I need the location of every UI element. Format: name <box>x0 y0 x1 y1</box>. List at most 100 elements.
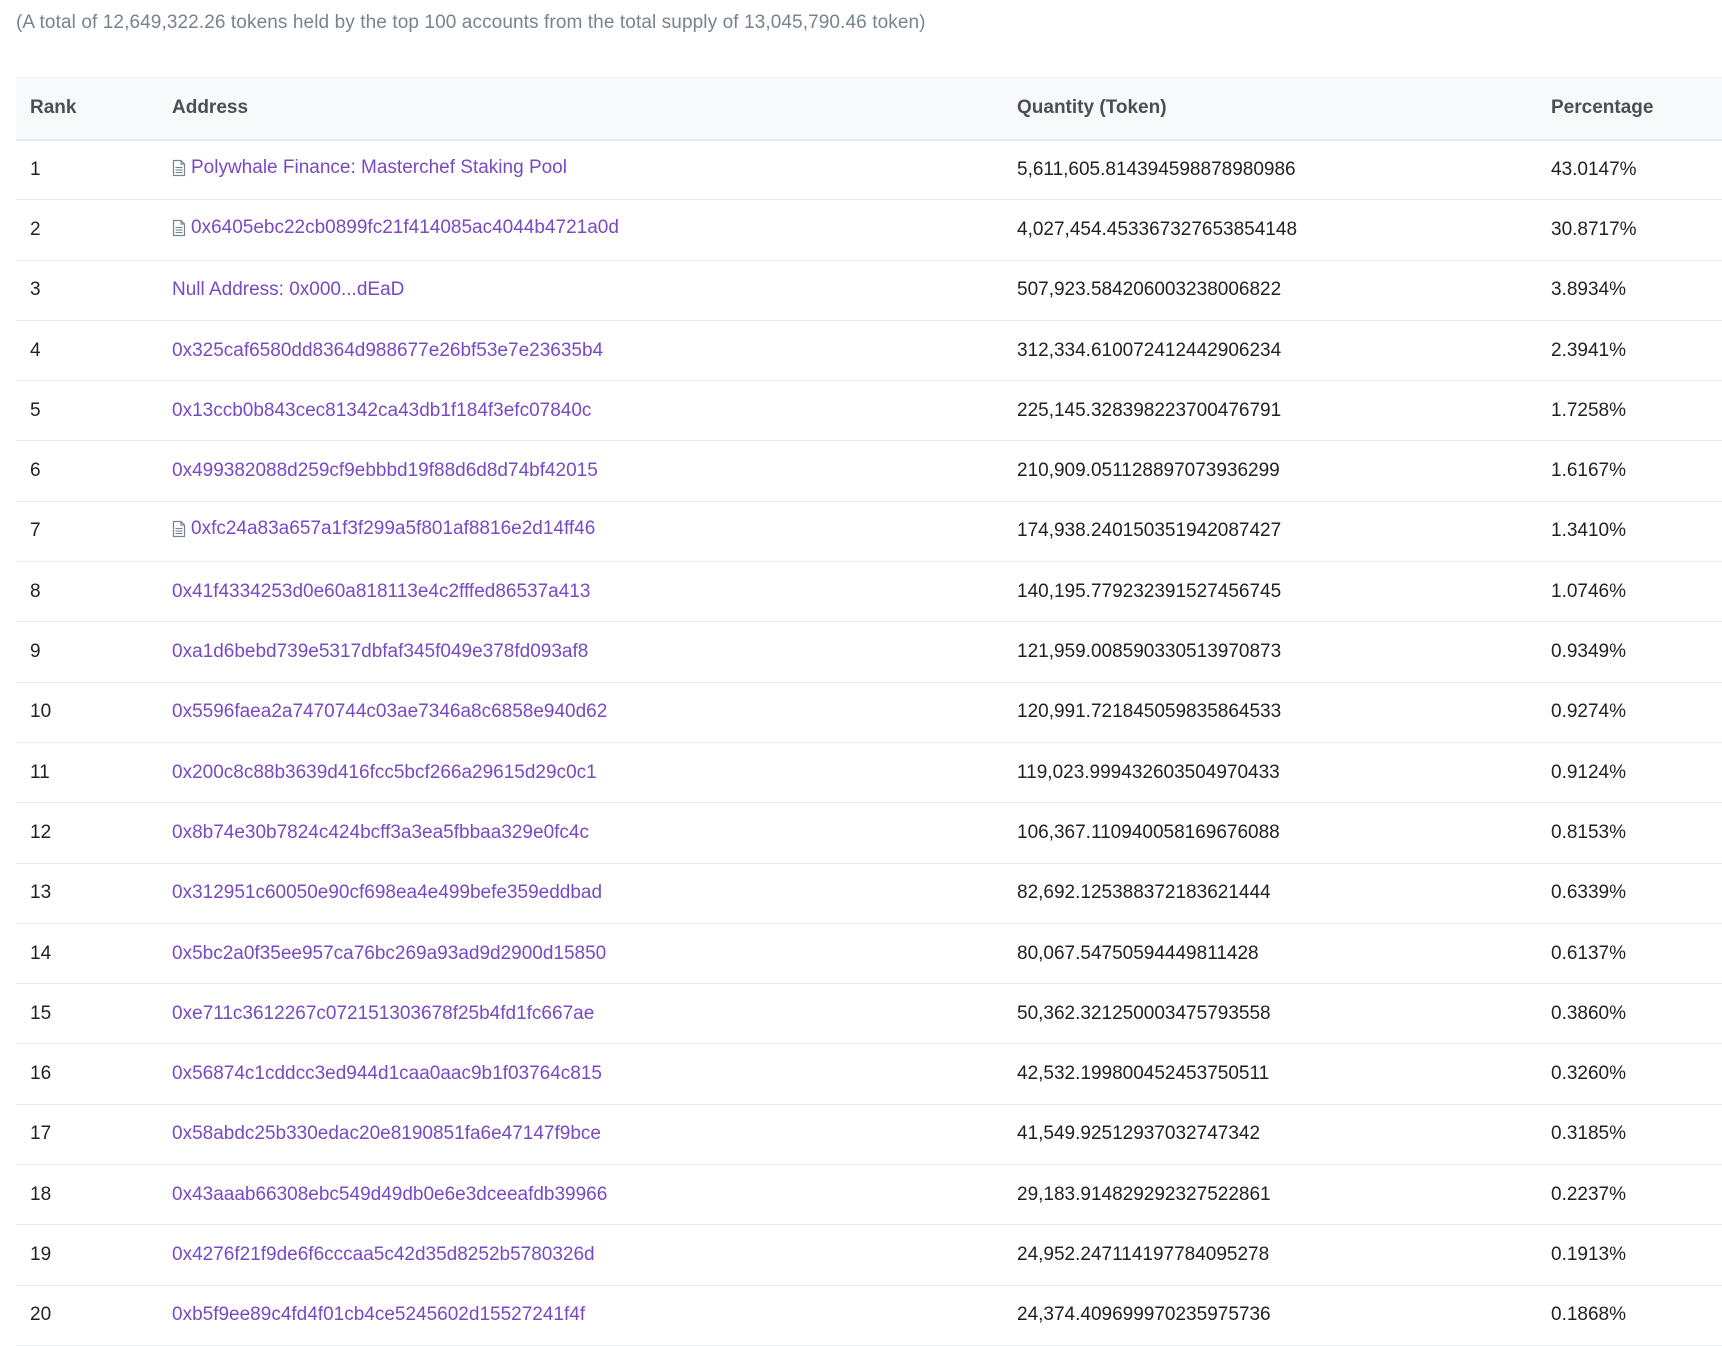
address-link[interactable]: 0x13ccb0b843cec81342ca43db1f184f3efc0784… <box>172 400 591 422</box>
percentage-cell: 0.9274% <box>1551 701 1627 723</box>
holders-table: Rank Address Quantity (Token) Percentage… <box>16 77 1722 1346</box>
address-cell: 0xe711c3612267c072151303678f25b4fd1fc667… <box>172 984 1017 1044</box>
table-row: 1 Polywhale Finance: Masterchef Staking P… <box>16 140 1722 200</box>
table-row: 5 0x13ccb0b843cec81342ca43db1f184f3efc078… <box>16 381 1722 441</box>
address-cell: 0x58abdc25b330edac20e8190851fa6e47147f9b… <box>172 1104 1017 1164</box>
table-row: 4 0x325caf6580dd8364d988677e26bf53e7e2363… <box>16 320 1722 381</box>
percentage-cell: 0.6137% <box>1551 942 1627 964</box>
percentage-cell: 0.3260% <box>1551 1063 1627 1085</box>
table-row: 19 0x4276f21f9de6f6cccaa5c42d35d8252b5780… <box>16 1225 1722 1286</box>
percentage-cell: 1.6167% <box>1551 460 1627 482</box>
holders-table-container: Rank Address Quantity (Token) Percentage… <box>16 77 1722 1346</box>
address-link[interactable]: 0x5bc2a0f35ee957ca76bc269a93ad9d2900d158… <box>172 943 606 965</box>
address-text: 0xfc24a83a657a1f3f299a5f801af8816e2d14ff… <box>191 518 596 540</box>
address-link[interactable]: 0x4276f21f9de6f6cccaa5c42d35d8252b578032… <box>172 1244 595 1266</box>
rank-cell: 17 <box>30 1123 52 1145</box>
address-cell: 0xa1d6bebd739e5317dbfaf345f049e378fd093a… <box>172 622 1017 682</box>
table-row: 15 0xe711c3612267c072151303678f25b4fd1fc6… <box>16 984 1722 1044</box>
address-cell: 0x43aaab66308ebc549d49db0e6e3dceeafdb399… <box>172 1165 1017 1225</box>
table-row: 18 0x43aaab66308ebc549d49db0e6e3dceeafdb3… <box>16 1165 1722 1225</box>
file-document-icon <box>172 219 186 237</box>
address-text: 0x6405ebc22cb0899fc21f414085ac4044b4721a… <box>191 216 619 238</box>
address-link[interactable]: 0x499382088d259cf9ebbbd19f88d6d8d74bf420… <box>172 460 598 482</box>
quantity-cell: 121,959.008590330513970873 <box>1017 641 1282 663</box>
rank-cell: 4 <box>30 339 41 361</box>
address-link[interactable]: 0x5596faea2a7470744c03ae7346a8c6858e940d… <box>172 701 607 723</box>
address-link[interactable]: 0x312951c60050e90cf698ea4e499befe359eddb… <box>172 882 602 904</box>
quantity-cell: 24,374.409699970235975736 <box>1017 1304 1271 1326</box>
column-header-percentage: Percentage <box>1551 77 1722 141</box>
percentage-cell: 0.2237% <box>1551 1183 1627 1205</box>
table-row: 2 0x6405ebc22cb0899fc21f414085ac4044b4721… <box>16 200 1722 261</box>
rank-cell: 14 <box>30 942 52 964</box>
address-text: Null Address: 0x000...dEaD <box>172 279 405 301</box>
table-row: 7 0xfc24a83a657a1f3f299a5f801af8816e2d14f… <box>16 501 1722 562</box>
rank-cell: 3 <box>30 279 41 301</box>
rank-cell: 20 <box>30 1304 52 1326</box>
percentage-cell: 0.1913% <box>1551 1243 1627 1265</box>
address-cell: 0x8b74e30b7824c424bcff3a3ea5fbbaa329e0fc… <box>172 803 1017 863</box>
percentage-cell: 0.1868% <box>1551 1304 1627 1326</box>
address-cell: 0x499382088d259cf9ebbbd19f88d6d8d74bf420… <box>172 441 1017 501</box>
quantity-cell: 41,549.92512937032747342 <box>1017 1123 1261 1145</box>
table-row: 11 0x200c8c88b3639d416fcc5bcf266a29615d29… <box>16 742 1722 803</box>
table-row: 16 0x56874c1cddcc3ed944d1caa0aac9b1f03764… <box>16 1044 1722 1105</box>
address-cell: 0x312951c60050e90cf698ea4e499befe359eddb… <box>172 863 1017 923</box>
address-link[interactable]: Null Address: 0x000...dEaD <box>172 279 404 301</box>
address-cell: 0xfc24a83a657a1f3f299a5f801af8816e2d14ff… <box>172 501 1017 561</box>
address-text: 0x312951c60050e90cf698ea4e499befe359eddb… <box>172 882 603 904</box>
quantity-cell: 225,145.328398223700476791 <box>1017 399 1282 421</box>
address-cell: Null Address: 0x000...dEaD <box>172 260 1017 320</box>
quantity-cell: 119,023.999432603504970433 <box>1017 761 1280 783</box>
quantity-cell: 106,367.110940058169676088 <box>1017 821 1280 843</box>
table-row: 8 0x41f4334253d0e60a818113e4c2fffed86537a… <box>16 562 1722 622</box>
address-link[interactable]: 0x58abdc25b330edac20e8190851fa6e47147f9b… <box>172 1123 601 1145</box>
table-row: 12 0x8b74e30b7824c424bcff3a3ea5fbbaa329e0… <box>16 803 1722 864</box>
address-text: 0x5596faea2a7470744c03ae7346a8c6858e940d… <box>172 701 608 723</box>
address-cell: 0x41f4334253d0e60a818113e4c2fffed86537a4… <box>172 562 1017 622</box>
quantity-cell: 24,952.247114197784095278 <box>1017 1243 1270 1265</box>
quantity-cell: 29,183.914829292327522861 <box>1017 1183 1271 1205</box>
address-link[interactable]: 0x56874c1cddcc3ed944d1caa0aac9b1f03764c8… <box>172 1063 602 1085</box>
address-text: 0x43aaab66308ebc549d49db0e6e3dceeafdb399… <box>172 1183 608 1205</box>
address-cell: 0x56874c1cddcc3ed944d1caa0aac9b1f03764c8… <box>172 1044 1017 1104</box>
address-text: 0x8b74e30b7824c424bcff3a3ea5fbbaa329e0fc… <box>172 821 589 843</box>
percentage-cell: 2.3941% <box>1551 339 1627 361</box>
quantity-cell: 312,334.610072412442906234 <box>1017 339 1282 361</box>
address-link[interactable]: 0x41f4334253d0e60a818113e4c2fffed86537a4… <box>172 581 590 603</box>
address-link[interactable]: 0xa1d6bebd739e5317dbfaf345f049e378fd093a… <box>172 641 588 663</box>
rank-cell: 5 <box>30 399 41 421</box>
rank-cell: 13 <box>30 882 52 904</box>
address-link[interactable]: 0x200c8c88b3639d416fcc5bcf266a29615d29c0… <box>172 762 597 784</box>
address-link[interactable]: Polywhale Finance: Masterchef Staking Po… <box>172 157 567 179</box>
address-link[interactable]: 0xb5f9ee89c4fd4f01cb4ce5245602d15527241f… <box>172 1304 585 1326</box>
rank-cell: 7 <box>30 520 41 542</box>
address-link[interactable]: 0xfc24a83a657a1f3f299a5f801af8816e2d14ff… <box>172 518 595 540</box>
address-text: 0x499382088d259cf9ebbbd19f88d6d8d74bf420… <box>172 460 598 482</box>
address-link[interactable]: 0x8b74e30b7824c424bcff3a3ea5fbbaa329e0fc… <box>172 822 589 844</box>
rank-cell: 12 <box>30 821 52 843</box>
address-link[interactable]: 0x43aaab66308ebc549d49db0e6e3dceeafdb399… <box>172 1184 607 1206</box>
address-cell: 0x325caf6580dd8364d988677e26bf53e7e23635… <box>172 320 1017 380</box>
table-body: 1 Polywhale Finance: Masterchef Staking P… <box>16 140 1722 1346</box>
rank-cell: 15 <box>30 1002 52 1024</box>
table-row: 6 0x499382088d259cf9ebbbd19f88d6d8d74bf42… <box>16 441 1722 502</box>
percentage-cell: 0.3860% <box>1551 1002 1627 1024</box>
rank-cell: 10 <box>30 701 52 723</box>
address-cell: 0x6405ebc22cb0899fc21f414085ac4044b4721a… <box>172 200 1017 260</box>
address-link[interactable]: 0x6405ebc22cb0899fc21f414085ac4044b4721a… <box>172 217 619 239</box>
table-row: 9 0xa1d6bebd739e5317dbfaf345f049e378fd093… <box>16 622 1722 683</box>
address-link[interactable]: 0xe711c3612267c072151303678f25b4fd1fc667… <box>172 1003 594 1025</box>
rank-cell: 1 <box>30 158 41 180</box>
percentage-cell: 0.9349% <box>1551 641 1627 663</box>
quantity-cell: 80,067.54750594449811428 <box>1017 942 1259 964</box>
percentage-cell: 0.8153% <box>1551 821 1627 843</box>
address-cell: 0x4276f21f9de6f6cccaa5c42d35d8252b578032… <box>172 1225 1017 1285</box>
quantity-cell: 210,909.051128897073936299 <box>1017 460 1280 482</box>
percentage-cell: 1.0746% <box>1551 580 1627 602</box>
address-link[interactable]: 0x325caf6580dd8364d988677e26bf53e7e23635… <box>172 340 603 362</box>
quantity-cell: 120,991.721845059835864533 <box>1017 701 1282 723</box>
quantity-cell: 5,611,605.814394598878980986 <box>1017 158 1296 180</box>
percentage-cell: 30.8717% <box>1551 218 1637 240</box>
rank-cell: 19 <box>30 1243 52 1265</box>
